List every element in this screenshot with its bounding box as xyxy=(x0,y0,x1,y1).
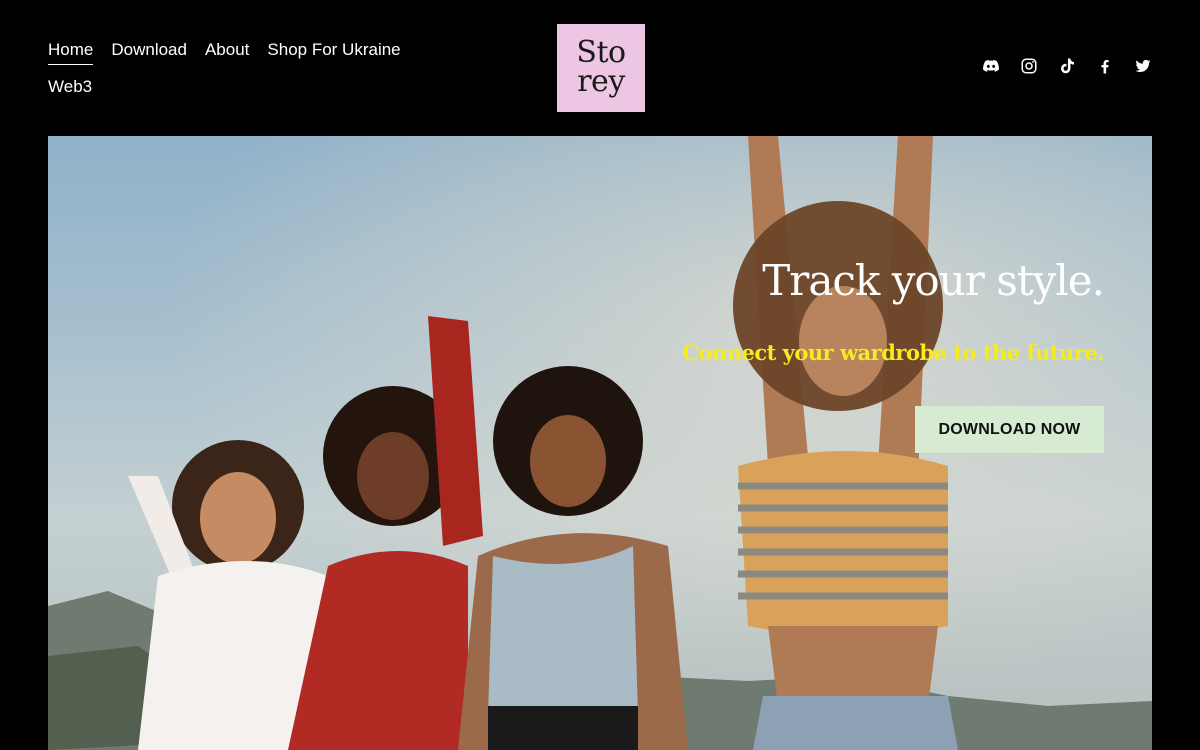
tiktok-icon[interactable] xyxy=(1058,57,1076,75)
nav-download-link[interactable]: Download xyxy=(111,38,187,65)
logo-line-2: rey xyxy=(577,64,625,99)
hero-subtitle: Connect your wardrobe to the future. xyxy=(682,340,1104,365)
nav-web3-link[interactable]: Web3 xyxy=(48,75,92,101)
storey-logo[interactable]: Sto rey xyxy=(557,24,645,112)
hero-title: Track your style. xyxy=(762,256,1105,305)
download-now-button[interactable]: DOWNLOAD NOW xyxy=(915,406,1104,453)
main-nav: Home Download About Shop For Ukraine Web… xyxy=(48,38,408,101)
logo-line-1: Sto xyxy=(576,35,626,70)
facebook-icon[interactable] xyxy=(1096,57,1114,75)
nav-home-link[interactable]: Home xyxy=(48,38,94,65)
instagram-icon[interactable] xyxy=(1020,57,1038,75)
discord-icon[interactable] xyxy=(982,57,1000,75)
nav-about-link[interactable]: About xyxy=(205,38,249,65)
twitter-icon[interactable] xyxy=(1134,57,1152,75)
hero-banner: Track your style. Connect your wardrobe … xyxy=(48,136,1152,750)
nav-shop-for-ukraine-link[interactable]: Shop For Ukraine xyxy=(267,38,400,65)
social-links xyxy=(982,57,1152,75)
